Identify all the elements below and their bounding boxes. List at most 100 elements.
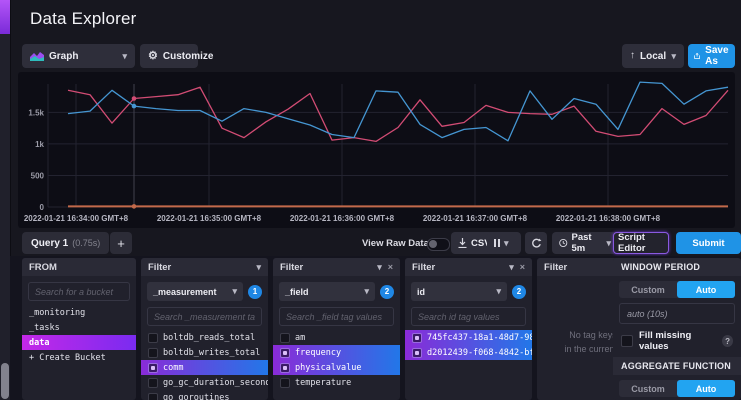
tag-key-dropdown[interactable]: _measurement [147, 282, 243, 301]
selected-count-badge: 1 [248, 285, 262, 299]
checkbox-checked-icon [280, 348, 290, 358]
field-list: am frequency physicalvalue temperature [273, 326, 400, 400]
selected-count-badge: 2 [380, 285, 394, 299]
x-tick-label: 2022-01-21 16:34:00 GMT+8 [24, 214, 129, 223]
window-period-toggle: Custom Auto [619, 281, 735, 298]
bucket-list: _monitoring _tasks data + Create Bucket [22, 301, 136, 400]
filter-card-header: Filter × [405, 258, 532, 276]
aggregate-toggle: Custom Auto [619, 380, 735, 397]
toggle-knob [429, 240, 437, 248]
y-tick-label: 1.5k [28, 108, 44, 117]
y-tick-label: 1k [35, 140, 44, 149]
id-search-input[interactable] [411, 307, 526, 326]
window-period-value[interactable]: auto (10s) [619, 303, 735, 324]
submit-button[interactable]: Submit [676, 232, 741, 254]
aggregate-custom-button[interactable]: Custom [619, 380, 677, 397]
download-icon [458, 238, 467, 248]
filter-option-selected[interactable]: physicalvalue [273, 360, 400, 375]
view-raw-data-label: View Raw Data [362, 238, 429, 249]
export-icon [694, 51, 700, 61]
filter-option[interactable]: go_gc_duration_seconds [141, 375, 268, 390]
tag-key-dropdown[interactable]: _field [279, 282, 375, 301]
customize-button[interactable]: ⚙ Customize [140, 44, 198, 68]
help-icon[interactable]: ? [722, 335, 733, 347]
chevron-down-icon [671, 51, 676, 62]
create-bucket-button[interactable]: + Create Bucket [22, 350, 136, 365]
hover-point [132, 96, 137, 101]
refresh-button[interactable] [525, 232, 547, 254]
chevron-down-icon [606, 238, 611, 249]
y-tick-label: 500 [31, 172, 45, 181]
graph-icon [30, 51, 44, 61]
filter-option-selected[interactable]: frequency [273, 345, 400, 360]
query-builder: FROM _monitoring _tasks data + Create Bu… [10, 256, 741, 400]
chevron-down-icon[interactable] [377, 262, 382, 273]
window-auto-button[interactable]: Auto [677, 281, 735, 298]
id-list: 745fc437-18a1-48d7-98a6-7… d2012439-f068… [405, 326, 532, 400]
filter-option[interactable]: boltdb_reads_total [141, 330, 268, 345]
save-as-button[interactable]: Save As [688, 44, 735, 68]
script-editor-button[interactable]: Script Editor [613, 232, 669, 254]
filter-option[interactable]: go_goroutines [141, 390, 268, 400]
aggregate-auto-button[interactable]: Auto [677, 380, 735, 397]
chevron-down-icon [364, 286, 369, 297]
checkbox-icon [148, 333, 158, 343]
filter-card-field: Filter × _field 2 am frequency [273, 258, 400, 400]
measurement-search-input[interactable] [147, 307, 262, 326]
selected-count-badge: 2 [512, 285, 526, 299]
timezone-dropdown[interactable]: ↑ Local [622, 44, 684, 68]
filter-option[interactable]: temperature [273, 375, 400, 390]
time-range-dropdown[interactable]: Past 5m [552, 232, 618, 254]
chevron-down-icon [122, 51, 127, 62]
hover-point [132, 104, 137, 109]
window-custom-button[interactable]: Custom [619, 281, 677, 298]
refresh-icon [531, 238, 542, 249]
vertical-scrollbar-thumb[interactable] [1, 363, 9, 399]
view-raw-toggle[interactable] [427, 238, 450, 251]
fill-missing-checkbox[interactable] [621, 335, 633, 347]
query-bar: Query 1 (0.75s) + View Raw Data CSV [10, 230, 741, 256]
chart-canvas: 05001k1.5k2022-01-21 16:34:00 GMT+82022-… [18, 72, 735, 228]
pause-button[interactable] [487, 232, 521, 254]
close-icon[interactable]: × [520, 262, 525, 272]
time-range-label: Past 5m [572, 232, 603, 254]
chevron-down-icon [496, 286, 501, 297]
checkbox-icon [148, 378, 158, 388]
filter-option-selected[interactable]: comm [141, 360, 268, 375]
checkbox-checked-icon [148, 363, 158, 373]
time-series-chart[interactable]: 05001k1.5k2022-01-21 16:34:00 GMT+82022-… [18, 72, 735, 228]
checkbox-icon [148, 348, 158, 358]
chart-series-line [68, 82, 728, 141]
arrow-up-icon: ↑ [630, 51, 635, 61]
checkbox-icon [280, 378, 290, 388]
close-icon[interactable]: × [388, 262, 393, 272]
hover-point [132, 204, 137, 209]
filter-option-selected[interactable]: d2012439-f068-4842-bfef-8… [405, 345, 532, 360]
filter-option[interactable]: am [273, 330, 400, 345]
view-type-dropdown[interactable]: Graph [22, 44, 135, 68]
chevron-down-icon[interactable] [509, 262, 514, 273]
view-type-label: Graph [49, 51, 78, 62]
add-query-button[interactable]: + [110, 232, 132, 254]
chevron-down-icon[interactable] [256, 262, 261, 273]
checkbox-checked-icon [412, 333, 422, 343]
tag-key-dropdown[interactable]: id [411, 282, 507, 301]
bucket-item[interactable]: _monitoring [22, 305, 136, 320]
measurement-list: boltdb_reads_total boltdb_writes_total c… [141, 326, 268, 400]
checkbox-checked-icon [280, 363, 290, 373]
x-tick-label: 2022-01-21 16:36:00 GMT+8 [290, 214, 395, 223]
chevron-down-icon [232, 286, 237, 297]
field-search-input[interactable] [279, 307, 394, 326]
filter-option-selected[interactable]: 745fc437-18a1-48d7-98a6-7… [405, 330, 532, 345]
filter-option[interactable]: boltdb_writes_total [141, 345, 268, 360]
filter-card-measurement: Filter _measurement 1 boltdb_reads_total [141, 258, 268, 400]
bucket-search-input[interactable] [28, 282, 130, 301]
timezone-label: Local [640, 51, 666, 62]
x-tick-label: 2022-01-21 16:37:00 GMT+8 [423, 214, 528, 223]
bucket-item[interactable]: _tasks [22, 320, 136, 335]
page-title: Data Explorer [30, 9, 137, 29]
bucket-item-selected[interactable]: data [22, 335, 136, 350]
query-tab[interactable]: Query 1 (0.75s) [22, 232, 109, 254]
chart-series-line [68, 87, 728, 141]
nav-accent [0, 0, 10, 34]
